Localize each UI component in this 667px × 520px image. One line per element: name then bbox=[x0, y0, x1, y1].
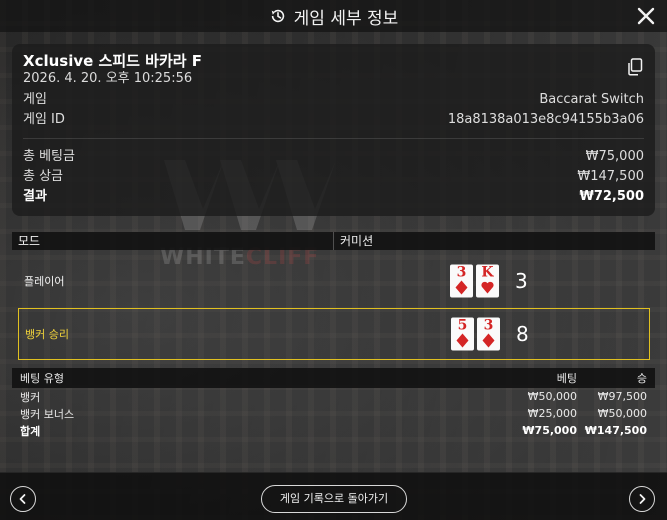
bets-table: 베팅 유형 베팅 승 뱅커 ₩50,000 ₩97,500 뱅커 보너스 ₩25… bbox=[12, 368, 655, 439]
bet-amount: ₩25,000 bbox=[527, 407, 577, 420]
copy-icon[interactable] bbox=[627, 58, 643, 76]
diamond-suit-icon bbox=[456, 333, 469, 348]
bet-type: 뱅커 보너스 bbox=[20, 407, 75, 421]
commission-label: 커미션 bbox=[333, 232, 655, 250]
game-date: 2026. 4. 20. 오후 10:25:56 bbox=[23, 71, 193, 86]
bets-table-header: 베팅 유형 베팅 승 bbox=[12, 368, 655, 388]
heart-suit-icon bbox=[481, 281, 494, 294]
header-bar: 게임 세부 정보 bbox=[0, 0, 667, 32]
game-value: Baccarat Switch bbox=[539, 92, 644, 107]
player-label: 플레이어 bbox=[24, 275, 65, 288]
back-to-history-button[interactable]: 게임 기록으로 돌아가기 bbox=[261, 485, 407, 513]
result-label: 결과 bbox=[23, 189, 47, 204]
win-amount-header: 승 bbox=[636, 372, 647, 385]
result-value: ₩72,500 bbox=[579, 189, 644, 204]
player-outcome-row: 플레이어 3 K 3 bbox=[18, 256, 650, 306]
game-label: 게임 bbox=[23, 92, 47, 107]
game-summary-panel: Xclusive 스피드 바카라 F 2026. 4. 20. 오후 10:25… bbox=[12, 44, 655, 216]
summary-divider bbox=[23, 138, 644, 139]
header-title-group: 게임 세부 정보 bbox=[269, 4, 399, 29]
game-id-value: 18a8138a013e8c94155b3a06 bbox=[447, 112, 644, 127]
table-row: 뱅커 ₩50,000 ₩97,500 bbox=[12, 388, 655, 405]
game-row: 게임 Baccarat Switch bbox=[23, 90, 644, 110]
card-rank: 5 bbox=[457, 317, 468, 334]
win-amount: ₩97,500 bbox=[597, 390, 647, 403]
card-rank: 3 bbox=[483, 317, 494, 334]
total-bet-row: 총 베팅금 ₩75,000 bbox=[23, 147, 644, 167]
bet-amount: ₩50,000 bbox=[527, 390, 577, 403]
total-row: 합계 ₩75,000 ₩147,500 bbox=[12, 422, 655, 439]
playing-card: 3 bbox=[450, 264, 473, 298]
banker-label: 뱅커 승리 bbox=[25, 328, 69, 341]
game-id-row: 게임 ID 18a8138a013e8c94155b3a06 bbox=[23, 110, 644, 130]
card-rank: K bbox=[481, 264, 494, 281]
result-row: 결과 ₩72,500 bbox=[23, 187, 644, 207]
mode-bar: 모드 커미션 bbox=[12, 232, 655, 250]
total-win-value: ₩147,500 bbox=[577, 169, 644, 184]
card-rank: 3 bbox=[456, 264, 467, 281]
total-win-amount: ₩147,500 bbox=[584, 424, 647, 437]
banker-cards: 5 3 bbox=[451, 317, 500, 351]
playing-card: 3 bbox=[477, 317, 500, 351]
footer-bar: 게임 기록으로 돌아가기 bbox=[0, 472, 667, 520]
diamond-suit-icon bbox=[482, 333, 495, 348]
bet-amount-header: 베팅 bbox=[556, 372, 577, 385]
banker-outcome-row: 뱅커 승리 5 3 8 bbox=[18, 308, 650, 360]
playing-card: K bbox=[476, 264, 499, 298]
player-cards: 3 K bbox=[450, 264, 499, 298]
banker-score: 8 bbox=[516, 322, 529, 346]
table-row: 뱅커 보너스 ₩25,000 ₩50,000 bbox=[12, 405, 655, 422]
chevron-left-icon bbox=[19, 494, 26, 504]
previous-game-button[interactable] bbox=[10, 486, 36, 512]
chevron-right-icon bbox=[639, 494, 646, 504]
bet-type: 뱅커 bbox=[20, 390, 41, 404]
total-label: 합계 bbox=[20, 424, 41, 438]
bet-type-header: 베팅 유형 bbox=[20, 372, 64, 385]
total-bet-label: 총 베팅금 bbox=[23, 149, 75, 164]
player-score: 3 bbox=[515, 269, 528, 293]
total-bet-value: ₩75,000 bbox=[585, 149, 644, 164]
game-name: Xclusive 스피드 바카라 F bbox=[23, 52, 203, 70]
total-win-label: 총 상금 bbox=[23, 169, 64, 184]
game-id-label: 게임 ID bbox=[23, 112, 65, 127]
history-icon bbox=[271, 9, 284, 23]
win-amount: ₩50,000 bbox=[597, 407, 647, 420]
total-win-row: 총 상금 ₩147,500 bbox=[23, 167, 644, 187]
close-icon[interactable] bbox=[635, 5, 657, 27]
playing-card: 5 bbox=[451, 317, 474, 351]
mode-label: 모드 bbox=[12, 232, 333, 250]
diamond-suit-icon bbox=[455, 280, 468, 295]
page-title: 게임 세부 정보 bbox=[293, 8, 399, 29]
total-bet-amount: ₩75,000 bbox=[522, 424, 577, 437]
next-game-button[interactable] bbox=[629, 486, 655, 512]
